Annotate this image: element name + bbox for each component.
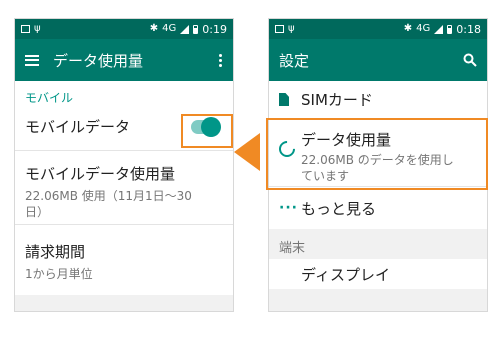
image-notification-icon: [21, 25, 30, 33]
section-label-mobile: モバイル: [15, 81, 233, 105]
page-title: 設定: [279, 51, 310, 70]
status-time: 0:18: [456, 22, 481, 36]
settings-item-display[interactable]: ディスプレイ: [269, 259, 487, 289]
mobile-data-usage-row[interactable]: モバイルデータ使用量 22.06MB 使用（11月1日〜30 日）: [15, 151, 233, 225]
overflow-menu-icon[interactable]: [217, 53, 223, 67]
data-usage-detail-line-2: ています: [301, 169, 350, 183]
signal-icon: [180, 24, 190, 34]
pointer-arrow-icon: [234, 133, 260, 171]
category-header-device: 端末: [269, 229, 487, 259]
image-notification-icon: [275, 25, 284, 33]
bluetooth-icon: ✱: [149, 23, 159, 34]
sim-card-icon: [279, 93, 289, 106]
data-usage-label: データ使用量: [301, 131, 392, 149]
display-label: ディスプレイ: [301, 265, 390, 284]
toggle-thumb: [201, 116, 221, 137]
right-phone-screen: ψ ✱ 4G 0:18 設定 SIMカード データ使用量 22.06MB のデー…: [268, 18, 488, 312]
data-usage-detail: 22.06MB のデータを使用し ています: [301, 152, 454, 184]
more-label: もっと見る: [301, 199, 377, 218]
mobile-data-row[interactable]: モバイルデータ: [15, 103, 233, 151]
mobile-data-usage-label: モバイルデータ使用量: [25, 165, 176, 183]
status-time: 0:19: [202, 22, 227, 36]
billing-period-label: 請求期間: [25, 243, 86, 261]
bluetooth-icon: ✱: [403, 23, 413, 34]
data-usage-detail-line-1: 22.06MB のデータを使用し: [301, 153, 454, 167]
more-icon: ···: [279, 200, 298, 216]
battery-icon: [193, 24, 199, 34]
signal-icon: [434, 24, 444, 34]
battery-icon: [447, 24, 453, 34]
page-title: データ使用量: [53, 51, 144, 70]
settings-item-data-usage[interactable]: データ使用量 22.06MB のデータを使用し ています: [269, 119, 487, 187]
usage-detail-line-1: 22.06MB 使用（11月1日〜30: [25, 189, 192, 203]
billing-period-detail: 1から月単位: [25, 267, 93, 281]
settings-list: SIMカード データ使用量 22.06MB のデータを使用し ています ··· …: [269, 81, 487, 229]
settings-item-more[interactable]: ··· もっと見る: [269, 187, 487, 229]
sim-label: SIMカード: [301, 91, 373, 109]
app-bar: データ使用量: [15, 39, 233, 81]
network-type: 4G: [416, 23, 431, 34]
left-phone-screen: ψ ✱ 4G 0:19 データ使用量 モバイル モバイルデータ モバイルデータ使…: [14, 18, 234, 312]
app-bar: 設定: [269, 39, 487, 81]
usb-notification-icon: ψ: [34, 23, 41, 34]
status-bar: ψ ✱ 4G 0:19: [15, 19, 233, 39]
mobile-data-usage-detail: 22.06MB 使用（11月1日〜30 日）: [25, 188, 223, 220]
usb-notification-icon: ψ: [288, 23, 295, 34]
settings-item-sim[interactable]: SIMカード: [269, 81, 487, 119]
search-icon[interactable]: [463, 53, 477, 67]
usage-detail-line-2: 日）: [25, 205, 50, 219]
data-usage-icon: [275, 137, 299, 161]
menu-icon[interactable]: [25, 54, 39, 66]
mobile-data-toggle[interactable]: [191, 116, 221, 137]
mobile-data-label: モバイルデータ: [25, 118, 131, 136]
status-bar: ψ ✱ 4G 0:18: [269, 19, 487, 39]
network-type: 4G: [162, 23, 177, 34]
billing-period-row[interactable]: 請求期間 1から月単位: [15, 225, 233, 295]
